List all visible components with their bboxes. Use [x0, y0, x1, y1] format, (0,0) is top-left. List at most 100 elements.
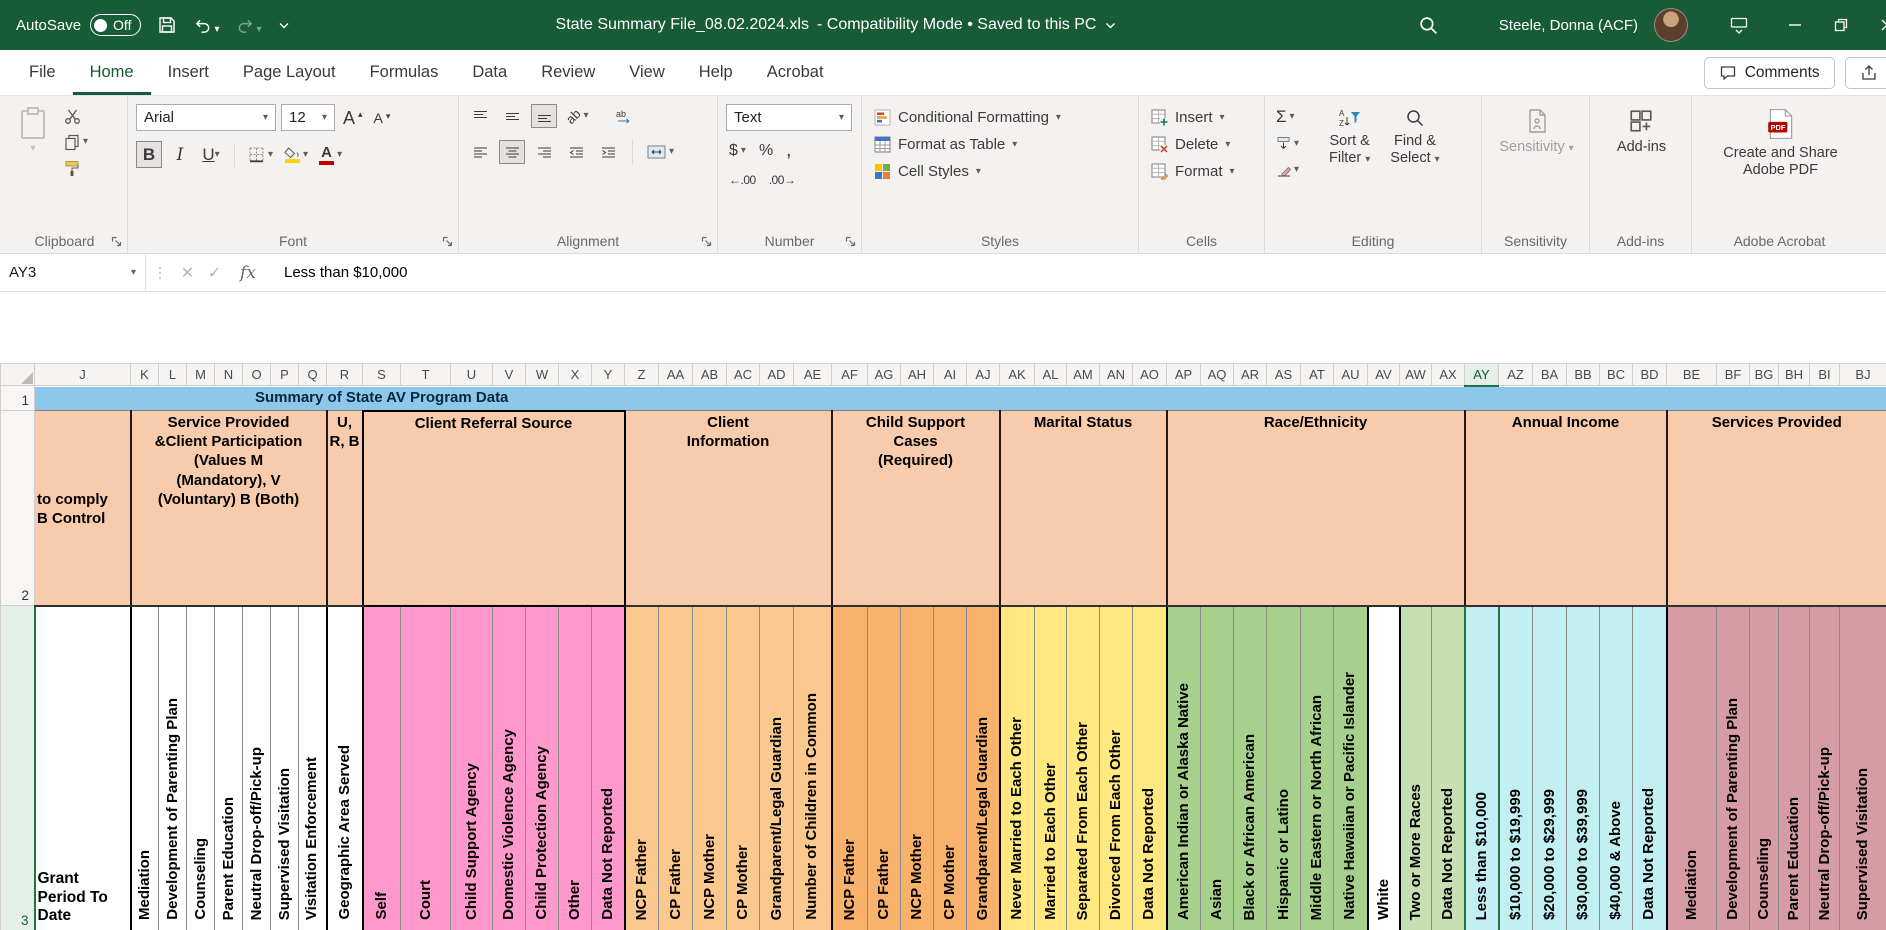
font-dialog-launcher[interactable]	[441, 235, 454, 248]
cell-M3[interactable]: Counseling	[187, 606, 215, 930]
formula-input[interactable]: Less than $10,000	[268, 254, 407, 291]
column-header-AL[interactable]: AL	[1035, 364, 1067, 386]
cell-BH3[interactable]: Parent Education	[1779, 606, 1810, 930]
column-header-AJ[interactable]: AJ	[967, 364, 1000, 386]
column-header-AB[interactable]: AB	[693, 364, 727, 386]
tab-home[interactable]: Home	[73, 50, 151, 95]
cell-AW3[interactable]: Two or More Races	[1400, 606, 1432, 930]
cell-AV3[interactable]: White	[1368, 606, 1400, 930]
column-header-AO[interactable]: AO	[1133, 364, 1167, 386]
group-header-cell[interactable]: ClientInformation	[625, 411, 832, 606]
cell-T3[interactable]: Court	[401, 606, 451, 930]
sort-filter-button[interactable]: AZ Sort & Filter ▾	[1321, 104, 1378, 229]
column-header-AY[interactable]: AY	[1465, 364, 1499, 386]
column-header-AP[interactable]: AP	[1167, 364, 1201, 386]
comma-button[interactable]: ,	[783, 138, 794, 164]
column-header-T[interactable]: T	[401, 364, 451, 386]
save-button[interactable]	[157, 15, 177, 35]
font-size-select[interactable]: 12▾	[281, 104, 335, 131]
select-all-corner[interactable]	[1, 364, 35, 386]
cell-BI3[interactable]: Neutral Drop-off/Pick-up	[1810, 606, 1840, 930]
cell-AU3[interactable]: Native Hawaiian or Pacific Islander	[1334, 606, 1368, 930]
confirm-entry-button[interactable]: ✓	[201, 254, 228, 291]
addins-button[interactable]: Add-ins	[1609, 104, 1674, 229]
cell-AK3[interactable]: Never Married to Each Other	[1000, 606, 1035, 930]
avatar[interactable]	[1654, 8, 1688, 42]
cell-J3[interactable]: GrantPeriod ToDate	[35, 606, 131, 930]
user-name[interactable]: Steele, Donna (ACF)	[1499, 17, 1638, 34]
group-header-cell[interactable]: Child SupportCases(Required)	[832, 411, 1000, 606]
create-share-pdf-button[interactable]: PDF Create and Share Adobe PDF	[1715, 104, 1845, 229]
group-header-cell[interactable]: Race/Ethnicity	[1167, 411, 1465, 606]
column-header-AC[interactable]: AC	[727, 364, 760, 386]
cell-N3[interactable]: Parent Education	[215, 606, 243, 930]
group-header-cell[interactable]: Client Referral Source	[363, 411, 625, 606]
cell-AO3[interactable]: Data Not Reported	[1133, 606, 1167, 930]
cell-AJ3[interactable]: Grandparent/Legal Guardian	[967, 606, 1000, 930]
autosave-pill[interactable]: Off	[90, 14, 141, 36]
column-header-AT[interactable]: AT	[1301, 364, 1334, 386]
tab-view[interactable]: View	[612, 50, 681, 95]
group-header-cell[interactable]: Marital Status	[1000, 411, 1167, 606]
cell-BE3[interactable]: Mediation	[1667, 606, 1717, 930]
row-header-1[interactable]: 1	[1, 386, 35, 411]
group-header-cell[interactable]: Service Provided&Client Participation(Va…	[131, 411, 327, 606]
cell-AQ3[interactable]: Asian	[1201, 606, 1234, 930]
cell-S3[interactable]: Self	[363, 606, 401, 930]
cell-AN3[interactable]: Divorced From Each Other	[1100, 606, 1133, 930]
share-button[interactable]: Share	[1845, 57, 1886, 89]
paste-button[interactable]: ▾	[10, 104, 56, 229]
cell-BB3[interactable]: $30,000 to $39,999	[1567, 606, 1600, 930]
format-cells-button[interactable]: Format▾	[1147, 158, 1239, 185]
autosave-toggle[interactable]: AutoSave Off	[16, 14, 141, 36]
column-header-AZ[interactable]: AZ	[1499, 364, 1533, 386]
cancel-entry-button[interactable]: ✕	[174, 254, 201, 291]
number-dialog-launcher[interactable]	[844, 235, 857, 248]
currency-button[interactable]: $▾	[726, 140, 749, 162]
underline-button[interactable]: U▾	[198, 141, 224, 168]
cell-AP3[interactable]: American Indian or Alaska Native	[1167, 606, 1201, 930]
column-header-V[interactable]: V	[493, 364, 526, 386]
format-as-table-button[interactable]: Format as Table▾	[870, 131, 1021, 158]
column-header-X[interactable]: X	[559, 364, 592, 386]
column-header-AD[interactable]: AD	[760, 364, 794, 386]
restore-button[interactable]	[1818, 0, 1864, 50]
column-header-BF[interactable]: BF	[1717, 364, 1750, 386]
column-header-P[interactable]: P	[271, 364, 299, 386]
column-header-W[interactable]: W	[526, 364, 559, 386]
formula-bar-handle[interactable]: ⋮	[146, 254, 174, 291]
format-painter-button[interactable]	[64, 158, 88, 178]
cell-X3[interactable]: Other	[559, 606, 592, 930]
copy-button[interactable]: ▾	[64, 132, 88, 152]
align-right-button[interactable]	[531, 140, 557, 164]
cell-AG3[interactable]: CP Father	[868, 606, 901, 930]
cell-styles-button[interactable]: Cell Styles▾	[870, 158, 985, 185]
column-header-BC[interactable]: BC	[1600, 364, 1633, 386]
column-header-AV[interactable]: AV	[1368, 364, 1400, 386]
align-bottom-button[interactable]	[531, 104, 557, 128]
column-header-Q[interactable]: Q	[299, 364, 327, 386]
cell-BC3[interactable]: $40,000 & Above	[1600, 606, 1633, 930]
cell-AE3[interactable]: Number of Children in Common	[794, 606, 832, 930]
cell-U3[interactable]: Child Support Agency	[451, 606, 493, 930]
column-header-J[interactable]: J	[35, 364, 131, 386]
group-header-cell[interactable]: to complyB Control	[35, 411, 131, 606]
insert-function-button[interactable]: fx	[228, 254, 268, 291]
column-header-BH[interactable]: BH	[1779, 364, 1810, 386]
column-header-AU[interactable]: AU	[1334, 364, 1368, 386]
cell-AH3[interactable]: NCP Mother	[901, 606, 934, 930]
row-header-2[interactable]: 2	[1, 411, 35, 606]
cell-BJ3[interactable]: Supervised Visitation	[1840, 606, 1886, 930]
column-header-L[interactable]: L	[159, 364, 187, 386]
merge-center-button[interactable]: ▾	[644, 143, 677, 161]
column-header-Y[interactable]: Y	[592, 364, 625, 386]
column-header-BB[interactable]: BB	[1567, 364, 1600, 386]
column-header-AK[interactable]: AK	[1000, 364, 1035, 386]
cell-AL3[interactable]: Married to Each Other	[1035, 606, 1067, 930]
tab-data[interactable]: Data	[455, 50, 524, 95]
redo-button[interactable]: ▾	[236, 16, 262, 35]
column-header-BI[interactable]: BI	[1810, 364, 1840, 386]
tab-formulas[interactable]: Formulas	[353, 50, 456, 95]
cell-K3[interactable]: Mediation	[131, 606, 159, 930]
align-center-button[interactable]	[499, 140, 525, 164]
